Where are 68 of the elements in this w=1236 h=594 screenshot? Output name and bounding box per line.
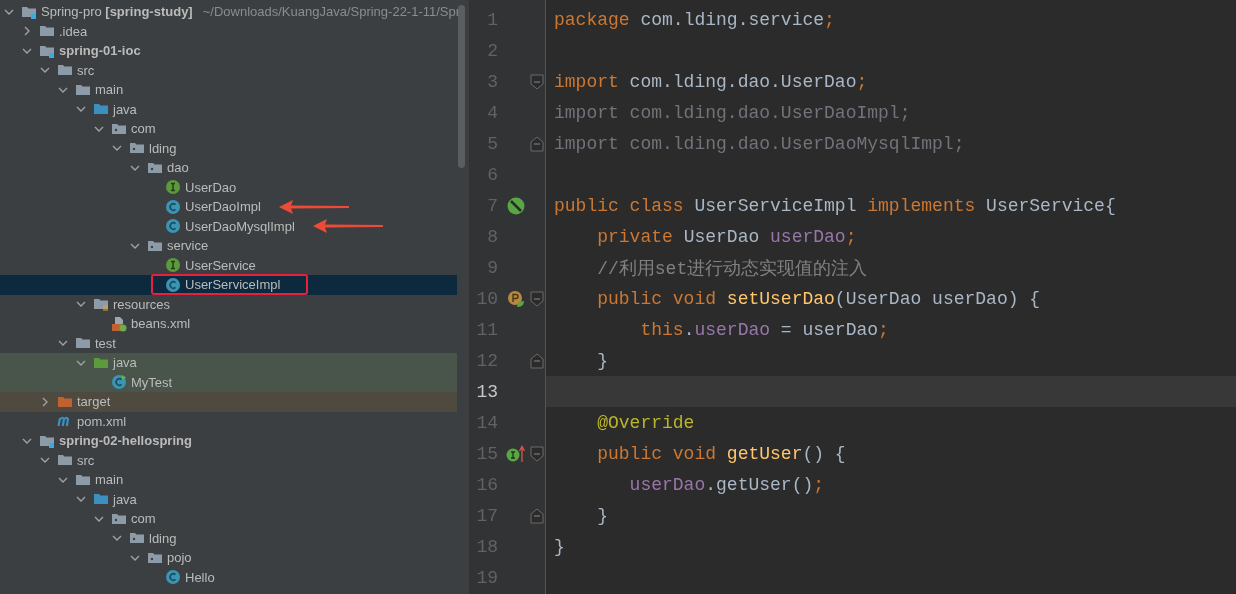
- tree-item-label[interactable]: service: [167, 238, 209, 254]
- fold-marker-icon[interactable]: [530, 134, 544, 153]
- tree-item-label[interactable]: target: [77, 394, 111, 410]
- tree-item-label[interactable]: test: [95, 335, 116, 351]
- chevron-right-icon[interactable]: [22, 26, 32, 37]
- tree-item-label[interactable]: pom.xml: [77, 413, 127, 429]
- xml-file-icon: [111, 315, 127, 332]
- tree-item-label[interactable]: .idea: [59, 23, 88, 39]
- code-line: public class UserServiceImpl implements UserService{: [554, 195, 1116, 216]
- code-line: import com.lding.dao.UserDao;: [554, 71, 868, 92]
- line-number: 13: [475, 381, 499, 402]
- tree-item-label[interactable]: pojo: [167, 550, 192, 566]
- tree-item-label[interactable]: UserDao: [185, 179, 237, 195]
- tree-item-label[interactable]: spring-02-hellospring: [59, 433, 192, 449]
- tree-item-label[interactable]: Hello: [185, 569, 215, 585]
- tree-item-label[interactable]: java: [113, 101, 137, 117]
- code-line: userDao.getUser();: [628, 474, 825, 495]
- tree-item-label[interactable]: src: [77, 62, 95, 78]
- fold-marker-icon[interactable]: [530, 72, 544, 91]
- tree-item-label[interactable]: resources: [113, 296, 171, 312]
- code-line: import com.lding.dao.UserDaoImpl;: [554, 102, 911, 123]
- folder-icon: [93, 296, 109, 313]
- tree-item-label[interactable]: src: [77, 452, 95, 468]
- tree-item-label[interactable]: main: [95, 82, 124, 98]
- code-line: }: [554, 536, 565, 557]
- tree-item-label[interactable]: lding: [149, 530, 177, 546]
- tree-item-label[interactable]: beans.xml: [131, 316, 191, 332]
- tree-item-label[interactable]: UserDaoImpl: [185, 199, 261, 215]
- bean-icon[interactable]: [507, 196, 525, 215]
- tree-item-label[interactable]: main: [95, 472, 124, 488]
- fold-marker-icon[interactable]: [530, 351, 544, 370]
- interface-icon: [165, 179, 181, 196]
- tree-item-label[interactable]: lding: [149, 140, 177, 156]
- code-line: //利用set进行动态实现值的注入: [596, 257, 868, 280]
- scrollbar[interactable]: [458, 5, 465, 168]
- project-path: ~/Downloads/KuangJava/Spring-22-1-11/Spr: [202, 4, 461, 20]
- class-icon: [165, 276, 181, 293]
- tree-item-label[interactable]: com: [131, 121, 156, 137]
- code-line: }: [596, 350, 608, 371]
- fold-marker-icon[interactable]: [530, 444, 544, 463]
- fold-marker-icon[interactable]: [530, 506, 544, 525]
- tree-item-label[interactable]: MyTest: [131, 374, 173, 390]
- tree-item-label[interactable]: com: [131, 511, 156, 527]
- code-line: import com.lding.dao.UserDaoMysqlImpl;: [554, 133, 965, 154]
- tree-item-label[interactable]: java: [113, 355, 137, 371]
- code-line: }: [596, 505, 608, 526]
- interface-icon: [165, 257, 181, 274]
- code-line: public void setUserDao(UserDao userDao) {: [596, 288, 1041, 309]
- tree-item-label[interactable]: UserServiceImpl: [185, 277, 281, 293]
- code-line: package com.lding.service;: [554, 9, 835, 30]
- fold-marker-icon[interactable]: [530, 289, 544, 308]
- class-icon: [165, 569, 181, 586]
- code-line: public void getUser() {: [596, 443, 846, 464]
- tree-item-label[interactable]: Spring-pro [spring-study]: [41, 4, 193, 20]
- tree-item-label[interactable]: spring-01-ioc: [59, 43, 141, 59]
- chevron-right-icon[interactable]: [40, 396, 50, 407]
- test-class-icon: [111, 374, 127, 391]
- class-icon: [165, 198, 181, 215]
- property-icon[interactable]: [507, 289, 525, 308]
- tree-item-label[interactable]: java: [113, 491, 137, 507]
- code-line: @Override: [596, 412, 695, 433]
- class-icon: [165, 218, 181, 235]
- tree-item-label[interactable]: UserDaoMysqlImpl: [185, 218, 295, 234]
- code-line: this.userDao = userDao;: [639, 319, 889, 340]
- code-line: private UserDao userDao;: [596, 226, 857, 247]
- implements-icon[interactable]: [506, 444, 526, 463]
- tree-item-label[interactable]: dao: [167, 160, 189, 176]
- tree-item-label[interactable]: UserService: [185, 257, 256, 273]
